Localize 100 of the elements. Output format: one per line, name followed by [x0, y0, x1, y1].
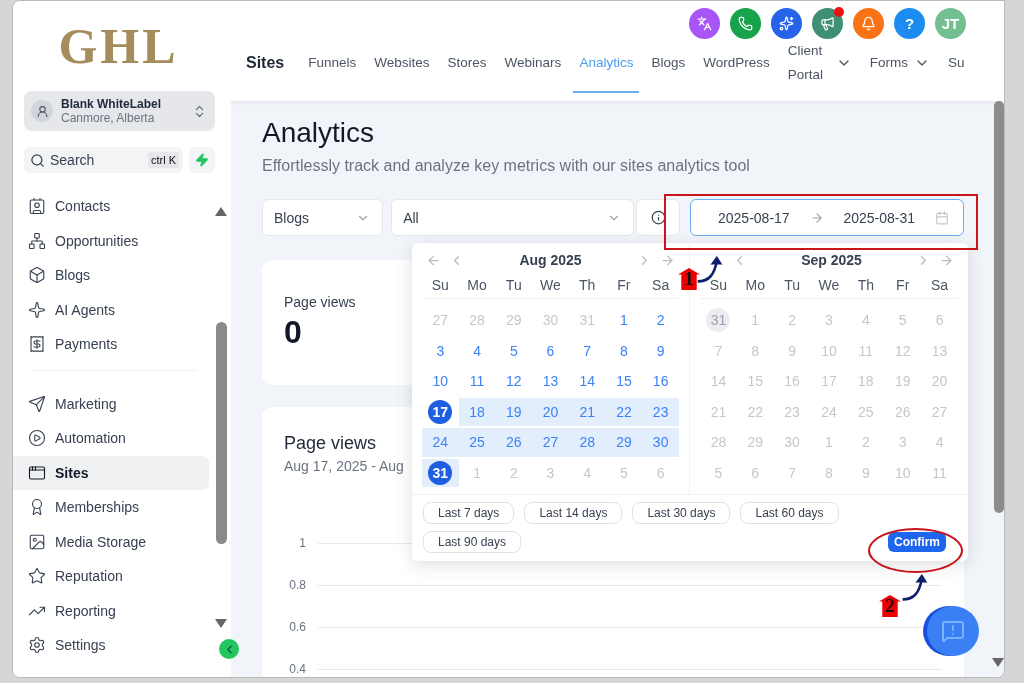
- calendar-day[interactable]: 17: [428, 399, 453, 424]
- calendar-day[interactable]: 5: [611, 460, 636, 485]
- type-select[interactable]: Blogs: [262, 199, 384, 236]
- account-switcher[interactable]: Blank WhiteLabel Canmore, Alberta: [24, 91, 215, 131]
- scroll-down-icon[interactable]: [992, 658, 1004, 667]
- calendar-day[interactable]: 28: [465, 308, 490, 333]
- quick-action-button[interactable]: [189, 147, 215, 173]
- calendar-day[interactable]: 21: [706, 399, 731, 424]
- collapse-button[interactable]: [219, 639, 239, 659]
- megaphone-button[interactable]: [812, 8, 843, 39]
- calendar-day[interactable]: 4: [575, 460, 600, 485]
- calendar-day[interactable]: 16: [780, 369, 805, 394]
- nav-tab[interactable]: Stores: [441, 41, 493, 93]
- calendar-day[interactable]: 2: [648, 308, 673, 333]
- calendar-day[interactable]: 7: [780, 460, 805, 485]
- calendar-day[interactable]: 1: [817, 430, 841, 455]
- phone-button[interactable]: [730, 8, 761, 39]
- nav-tab[interactable]: Su: [941, 41, 971, 93]
- scrollbar-thumb[interactable]: [216, 322, 227, 544]
- calendar-day[interactable]: 6: [648, 460, 673, 485]
- calendar-day[interactable]: 2: [780, 308, 805, 333]
- calendar-day[interactable]: 30: [538, 308, 563, 333]
- nav-item[interactable]: Memberships: [13, 490, 209, 525]
- calendar-day[interactable]: 3: [890, 430, 915, 455]
- nav-item[interactable]: Media Storage: [13, 524, 209, 559]
- preset-button[interactable]: Last 90 days: [423, 531, 522, 553]
- nav-tab[interactable]: Client Portal: [781, 41, 858, 93]
- calendar-day[interactable]: 16: [648, 369, 673, 394]
- calendar-day[interactable]: 5: [706, 460, 731, 485]
- date-range-field[interactable]: 2025-08-17 2025-08-31: [690, 199, 964, 236]
- nav-tab[interactable]: Websites: [368, 41, 436, 93]
- nav-tab[interactable]: Blogs: [645, 41, 692, 93]
- calendar-day[interactable]: 28: [706, 430, 731, 455]
- calendar-day[interactable]: 6: [927, 308, 952, 333]
- nav-item[interactable]: Reporting: [13, 593, 209, 628]
- calendar-day[interactable]: 3: [538, 460, 563, 485]
- calendar-day[interactable]: 10: [817, 338, 841, 363]
- calendar-day[interactable]: 4: [853, 308, 878, 333]
- calendar-day[interactable]: 31: [575, 308, 600, 333]
- nav-tab[interactable]: Funnels: [302, 41, 363, 93]
- item-select[interactable]: All: [391, 199, 635, 236]
- nav-item[interactable]: Settings: [13, 628, 209, 663]
- calendar-day[interactable]: 24: [817, 399, 841, 424]
- nav-tab[interactable]: Webinars: [498, 41, 568, 93]
- calendar-day[interactable]: 13: [538, 369, 563, 394]
- preset-button[interactable]: Last 14 days: [524, 502, 623, 524]
- nav-tab[interactable]: Analytics: [573, 41, 640, 93]
- sparkles-button[interactable]: [771, 8, 802, 39]
- info-button[interactable]: [636, 199, 680, 236]
- calendar-day[interactable]: 5: [501, 338, 526, 363]
- calendar-day[interactable]: 4: [465, 338, 490, 363]
- nav-item[interactable]: Blogs: [13, 258, 209, 293]
- confirm-button[interactable]: Confirm: [888, 532, 946, 552]
- calendar-day[interactable]: 19: [890, 369, 915, 394]
- calendar-day[interactable]: 22: [743, 399, 768, 424]
- nav-item[interactable]: AI Agents: [13, 292, 209, 327]
- calendar-day[interactable]: 11: [465, 369, 490, 394]
- user-avatar[interactable]: JT: [935, 8, 966, 39]
- calendar-day[interactable]: 2: [501, 460, 526, 485]
- nav-item[interactable]: Reputation: [13, 559, 209, 594]
- calendar-day[interactable]: 31: [428, 460, 453, 485]
- calendar-day[interactable]: 13: [927, 338, 952, 363]
- calendar-day[interactable]: 11: [927, 460, 952, 485]
- calendar-day[interactable]: 26: [890, 399, 915, 424]
- calendar-day[interactable]: 8: [743, 338, 768, 363]
- calendar-day[interactable]: 7: [575, 338, 600, 363]
- nav-item[interactable]: Sites: [13, 455, 209, 490]
- preset-button[interactable]: Last 60 days: [740, 502, 839, 524]
- calendar-day[interactable]: 27: [927, 399, 952, 424]
- calendar-day[interactable]: 14: [706, 369, 731, 394]
- search-field[interactable]: Search ctrl K: [24, 147, 183, 173]
- calendar-day[interactable]: 15: [611, 369, 636, 394]
- calendar-day[interactable]: 10: [428, 369, 453, 394]
- nav-tab[interactable]: Forms: [863, 41, 936, 93]
- scrollbar-thumb[interactable]: [994, 101, 1004, 513]
- calendar-day[interactable]: 14: [575, 369, 600, 394]
- calendar-day[interactable]: 12: [890, 338, 915, 363]
- calendar-day[interactable]: 1: [611, 308, 636, 333]
- nav-item[interactable]: Payments: [13, 327, 209, 362]
- calendar-day[interactable]: 6: [743, 460, 768, 485]
- nav-item[interactable]: Opportunities: [13, 223, 209, 258]
- calendar-day[interactable]: 10: [890, 460, 915, 485]
- calendar-day[interactable]: 3: [817, 308, 841, 333]
- calendar-day[interactable]: 2: [853, 430, 878, 455]
- preset-button[interactable]: Last 7 days: [423, 502, 515, 524]
- calendar-day[interactable]: 8: [817, 460, 841, 485]
- calendar-day[interactable]: 31: [706, 308, 731, 333]
- calendar-day[interactable]: 11: [853, 338, 878, 363]
- calendar-day[interactable]: 17: [817, 369, 841, 394]
- calendar-day[interactable]: 23: [780, 399, 805, 424]
- translate-button[interactable]: [689, 8, 720, 39]
- calendar-day[interactable]: 1: [743, 308, 768, 333]
- calendar-day[interactable]: 9: [853, 460, 878, 485]
- calendar-day[interactable]: 15: [743, 369, 768, 394]
- calendar-day[interactable]: 9: [648, 338, 673, 363]
- calendar-day[interactable]: 7: [706, 338, 731, 363]
- calendar-day[interactable]: 18: [853, 369, 878, 394]
- calendar-day[interactable]: 30: [780, 430, 805, 455]
- nav-item[interactable]: Contacts: [13, 189, 209, 224]
- calendar-day[interactable]: 25: [853, 399, 878, 424]
